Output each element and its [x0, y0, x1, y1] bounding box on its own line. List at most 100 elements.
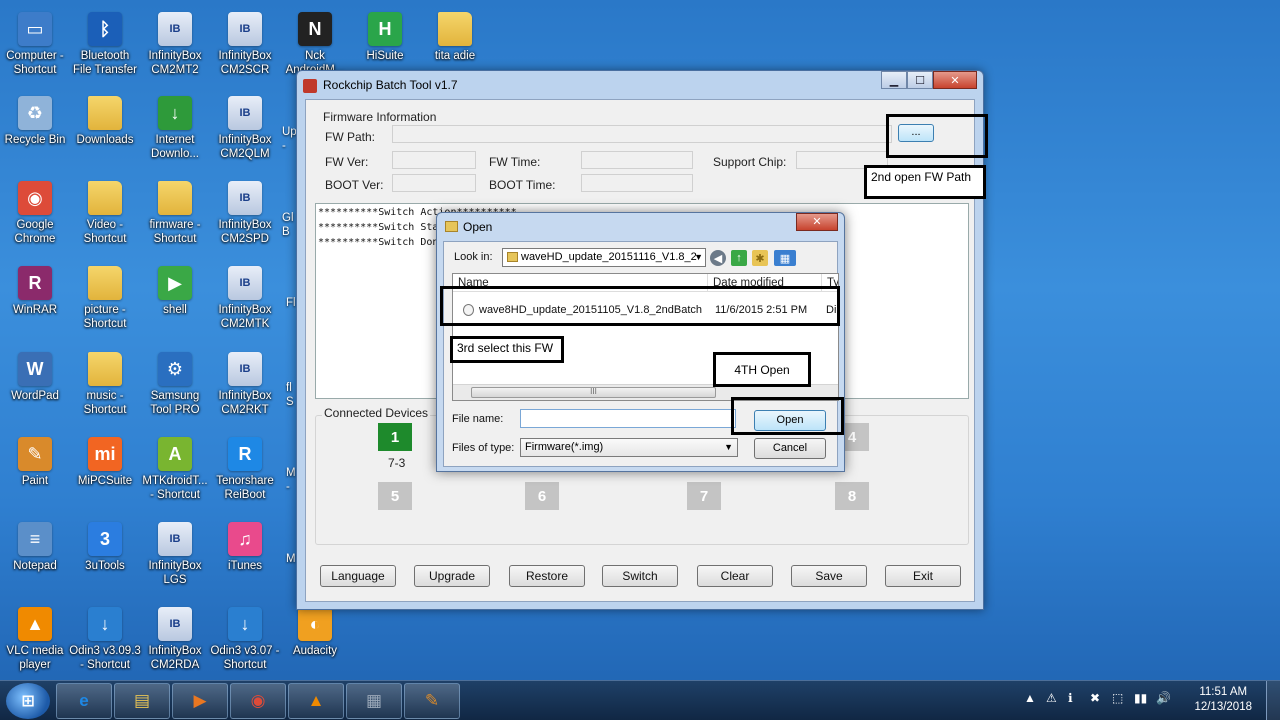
- view-menu-icon[interactable]: ▦: [774, 250, 796, 266]
- volume-icon[interactable]: 🔊: [1156, 691, 1171, 705]
- fw-path-field: [392, 125, 892, 143]
- connected-devices-label: Connected Devices: [322, 406, 431, 420]
- start-button[interactable]: ⊞: [6, 683, 50, 719]
- desktop-shortcut[interactable]: R WinRAR: [0, 260, 71, 340]
- itunes-icon: ♫: [228, 522, 262, 556]
- back-icon[interactable]: ◀: [710, 250, 726, 266]
- desktop-shortcut[interactable]: IB InfinityBox CM2SPD: [209, 175, 281, 255]
- restore-button[interactable]: Restore: [509, 565, 585, 587]
- show-hidden-icons-icon[interactable]: ▲: [1024, 691, 1036, 705]
- desktop-shortcut[interactable]: ↓ Odin3 v3.07 - Shortcut: [209, 601, 281, 681]
- desktop-shortcut[interactable]: Video - Shortcut: [69, 175, 141, 255]
- desktop-shortcut[interactable]: ▲ VLC media player: [0, 601, 71, 681]
- desktop-shortcut[interactable]: firmware - Shortcut: [139, 175, 211, 255]
- upgrade-button[interactable]: Upgrade: [414, 565, 490, 587]
- desktop-shortcut-label: WinRAR: [12, 304, 58, 316]
- desktop-shortcut[interactable]: ↓ Odin3 v3.09.3 - Shortcut: [69, 601, 141, 681]
- device-slot-8[interactable]: 8: [835, 482, 869, 510]
- desktop-shortcut[interactable]: IB InfinityBox CM2SCR: [209, 6, 281, 86]
- device-icon[interactable]: ⬚: [1112, 691, 1123, 705]
- desktop-shortcut[interactable]: ⚙ Samsung Tool PRO: [139, 346, 211, 426]
- minimize-button[interactable]: ▁: [881, 71, 907, 89]
- notepad-icon: ≡: [18, 522, 52, 556]
- desktop-shortcut[interactable]: IB InfinityBox CM2RKT: [209, 346, 281, 426]
- desktop-shortcut[interactable]: ᛒ Bluetooth File Transfer: [69, 6, 141, 86]
- partial-icon-label[interactable]: Up -: [282, 125, 297, 153]
- desktop-shortcut[interactable]: A MTKdroidT... - Shortcut: [139, 431, 211, 511]
- audacity-icon: ◐: [298, 607, 332, 641]
- hisuite-icon: H: [368, 12, 402, 46]
- desktop-shortcut[interactable]: IB InfinityBox CM2RDA: [139, 601, 211, 681]
- taskbar-app-paint[interactable]: ✎: [404, 683, 460, 719]
- desktop-shortcut[interactable]: Downloads: [69, 90, 141, 170]
- device-slot-5[interactable]: 5: [378, 482, 412, 510]
- device-slot-1[interactable]: 1: [378, 423, 412, 451]
- desktop-shortcut[interactable]: music - Shortcut: [69, 346, 141, 426]
- desktop-shortcut-label: Recycle Bin: [4, 134, 66, 146]
- desktop-shortcut-label: InfinityBox LGS: [148, 560, 202, 586]
- warning-icon[interactable]: ⚠: [1046, 691, 1057, 705]
- partial-icon-label[interactable]: Fl: [286, 296, 296, 310]
- network-error-icon[interactable]: ✖: [1090, 691, 1100, 705]
- desktop-shortcut[interactable]: picture - Shortcut: [69, 260, 141, 340]
- annotation-box-browse: [886, 114, 988, 158]
- desktop-shortcut[interactable]: ◉ Google Chrome: [0, 175, 71, 255]
- taskbar-app-media-player[interactable]: ▶: [172, 683, 228, 719]
- partial-icon-label[interactable]: fl S: [286, 381, 294, 409]
- dialog-close-button[interactable]: ✕: [796, 213, 838, 231]
- show-desktop-button[interactable]: [1266, 681, 1280, 720]
- taskbar-app-internet-explorer[interactable]: e: [56, 683, 112, 719]
- desktop-shortcut[interactable]: mi MiPCSuite: [69, 431, 141, 511]
- maximize-button[interactable]: ☐: [907, 71, 933, 89]
- idm-icon: ↓: [158, 96, 192, 130]
- files-of-type-select[interactable]: Firmware(*.img) ▼: [520, 438, 738, 457]
- taskbar-app-file-explorer[interactable]: ▤: [114, 683, 170, 719]
- look-in-select[interactable]: waveHD_update_20151116_V1.8_2 ▼: [502, 248, 706, 267]
- fw-time-field: [581, 151, 693, 169]
- desktop-shortcut[interactable]: ♻ Recycle Bin: [0, 90, 71, 170]
- taskbar-app-rockchip-batch-tool[interactable]: ▦: [346, 683, 402, 719]
- infinitybox-icon: IB: [228, 96, 262, 130]
- desktop-shortcut[interactable]: IB InfinityBox CM2MTK: [209, 260, 281, 340]
- partial-icon-label[interactable]: M: [286, 552, 296, 566]
- exit-button[interactable]: Exit: [885, 565, 961, 587]
- desktop-shortcut[interactable]: ♫ iTunes: [209, 516, 281, 596]
- signal-icon[interactable]: ▮▮: [1134, 691, 1147, 705]
- device-slot-7[interactable]: 7: [687, 482, 721, 510]
- new-folder-icon[interactable]: ✱: [752, 250, 768, 266]
- desktop-shortcut[interactable]: IB InfinityBox LGS: [139, 516, 211, 596]
- desktop-shortcut-label: Odin3 v3.09.3 - Shortcut: [69, 645, 141, 671]
- desktop-shortcut[interactable]: W WordPad: [0, 346, 71, 426]
- file-name-input[interactable]: [520, 409, 736, 428]
- desktop-shortcut[interactable]: IB InfinityBox CM2QLM: [209, 90, 281, 170]
- partial-icon-label[interactable]: M -: [286, 466, 296, 494]
- close-button[interactable]: ✕: [933, 71, 977, 89]
- desktop-shortcut[interactable]: 3 3uTools: [69, 516, 141, 596]
- cancel-button[interactable]: Cancel: [754, 438, 826, 459]
- scroll-thumb[interactable]: III: [471, 387, 716, 398]
- info-icon[interactable]: ℹ: [1068, 691, 1073, 705]
- up-folder-icon[interactable]: ↑: [731, 250, 747, 266]
- desktop-shortcut[interactable]: IB InfinityBox CM2MT2: [139, 6, 211, 86]
- clock[interactable]: 11:51 AM 12/13/2018: [1194, 685, 1252, 715]
- desktop-shortcut-label: Google Chrome: [14, 219, 56, 245]
- taskbar-app-vlc[interactable]: ▲: [288, 683, 344, 719]
- desktop-shortcut[interactable]: ≡ Notepad: [0, 516, 71, 596]
- switch-button[interactable]: Switch: [602, 565, 678, 587]
- device-slot-6[interactable]: 6: [525, 482, 559, 510]
- desktop-shortcut[interactable]: ▭ Computer - Shortcut: [0, 6, 71, 86]
- desktop-shortcut[interactable]: ↓ Internet Downlo...: [139, 90, 211, 170]
- desktop-shortcut[interactable]: R Tenorshare ReiBoot: [209, 431, 281, 511]
- partial-icon-label[interactable]: Gl B: [282, 211, 294, 239]
- support-chip-label: Support Chip:: [713, 155, 787, 169]
- desktop-shortcut[interactable]: ✎ Paint: [0, 431, 71, 511]
- desktop-shortcut[interactable]: ▶ shell: [139, 260, 211, 340]
- taskbar-app-chrome[interactable]: ◉: [230, 683, 286, 719]
- save-button[interactable]: Save: [791, 565, 867, 587]
- boot-ver-field: [392, 174, 476, 192]
- desktop-shortcut-label: HiSuite: [366, 50, 404, 62]
- desktop-shortcut[interactable]: ◐ Audacity: [279, 601, 351, 681]
- folder-icon: [507, 252, 518, 262]
- clear-button[interactable]: Clear: [697, 565, 773, 587]
- language-button[interactable]: Language: [320, 565, 396, 587]
